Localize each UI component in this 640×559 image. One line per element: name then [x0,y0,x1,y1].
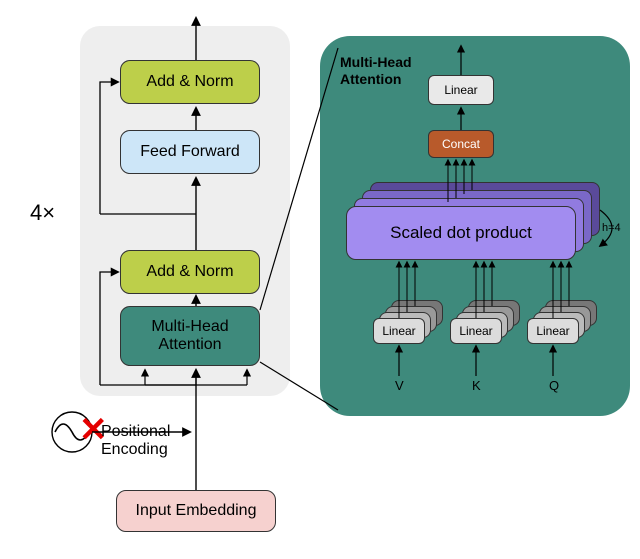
linear-v-label: Linear [382,324,415,338]
input-q-label: Q [549,378,559,393]
input-v-label: V [395,378,404,393]
heads-count-label: h=4 [602,222,621,234]
linear-q-label: Linear [536,324,569,338]
mha-linear-out-label: Linear [444,83,477,97]
mha-concat-label: Concat [442,137,480,151]
linear-v: Linear [373,318,425,344]
feed-forward-label: Feed Forward [140,143,240,161]
input-embedding-label: Input Embedding [136,502,257,520]
input-embedding: Input Embedding [116,490,276,532]
linear-k-label: Linear [459,324,492,338]
linear-k: Linear [450,318,502,344]
mha-linear-out: Linear [428,75,494,105]
add-norm-bottom: Add & Norm [120,250,260,294]
positional-encoding-label: Positional Encoding [101,423,170,458]
feed-forward: Feed Forward [120,130,260,174]
mha-concat: Concat [428,130,494,158]
scaled-dot-product: Scaled dot product [346,206,576,260]
mha-detail-title: Multi-Head Attention [340,54,412,88]
multi-head-attention: Multi-Head Attention [120,306,260,366]
scaled-dot-product-label: Scaled dot product [390,223,532,243]
add-norm-bottom-label: Add & Norm [146,263,233,281]
multi-head-attention-label: Multi-Head Attention [151,318,228,355]
linear-q: Linear [527,318,579,344]
input-k-label: K [472,378,481,393]
add-norm-top-label: Add & Norm [146,73,233,91]
repeat-count: 4× [30,200,55,226]
add-norm-top: Add & Norm [120,60,260,104]
